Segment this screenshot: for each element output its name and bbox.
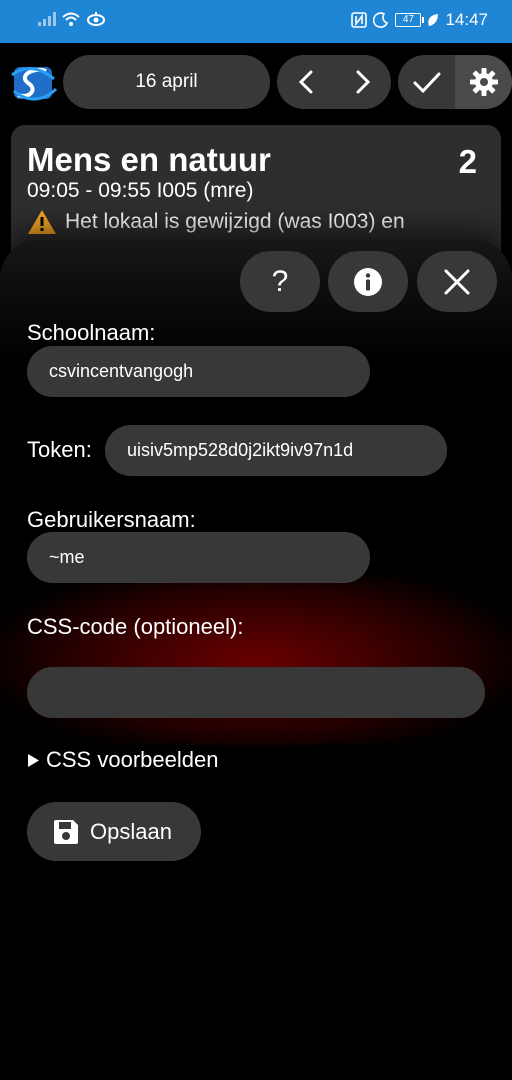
help-button[interactable]: ? — [240, 251, 320, 312]
signal-icon — [38, 12, 56, 26]
nfc-icon — [351, 12, 368, 28]
action-buttons — [398, 55, 512, 109]
floppy-disk-icon — [54, 819, 78, 844]
battery-icon: 47 — [395, 13, 425, 27]
top-bar: 16 april — [0, 53, 512, 111]
school-name-input[interactable]: csvincentvangogh — [27, 346, 370, 397]
lesson-title: Mens en natuur — [27, 141, 271, 178]
css-examples-label: CSS voorbeelden — [46, 747, 219, 772]
info-icon — [354, 267, 382, 296]
token-label: Token: — [27, 437, 92, 462]
css-examples-toggle[interactable]: CSS voorbeelden — [27, 747, 218, 773]
triangle-right-icon — [28, 753, 39, 767]
warning-text: Het lokaal is gewijzigd (was I003) en — [65, 210, 405, 233]
clock: 14:47 — [445, 10, 488, 29]
save-button[interactable]: Opslaan — [27, 802, 201, 861]
chevron-left-icon — [298, 70, 312, 94]
app-logo — [11, 67, 58, 101]
check-icon — [413, 72, 440, 93]
chevron-right-icon — [356, 70, 370, 94]
save-label: Opslaan — [90, 818, 172, 844]
warning-icon — [28, 210, 56, 234]
previous-day-button[interactable] — [277, 55, 334, 109]
settings-button[interactable] — [455, 55, 512, 109]
close-icon — [444, 269, 470, 294]
day-navigation — [277, 55, 391, 109]
check-button[interactable] — [398, 55, 455, 109]
css-code-input[interactable] — [27, 667, 485, 718]
username-input[interactable]: ~me — [27, 532, 370, 583]
gear-icon — [469, 68, 498, 96]
next-day-button[interactable] — [334, 55, 391, 109]
eye-comfort-icon — [87, 12, 105, 26]
token-input[interactable]: uisiv5mp528d0j2ikt9iv97n1d — [105, 425, 447, 476]
close-button[interactable] — [417, 251, 497, 312]
lesson-warning: Het lokaal is gewijzigd (was I003) en — [27, 209, 485, 235]
date-button[interactable]: 16 april — [63, 55, 270, 109]
css-section-highlight — [0, 575, 512, 745]
status-bar: 47 14:47 — [0, 0, 512, 43]
question-icon: ? — [271, 264, 289, 298]
wifi-icon — [62, 12, 80, 26]
moon-icon — [373, 12, 389, 28]
lesson-time-room: 09:05 - 09:55 I005 (mre) — [27, 179, 254, 202]
username-label: Gebruikersnaam: — [27, 507, 196, 532]
css-code-label: CSS-code (optioneel): — [27, 614, 244, 639]
info-button[interactable] — [328, 251, 408, 312]
leaf-icon — [428, 14, 439, 26]
lesson-hour-number: 2 — [458, 143, 477, 180]
school-name-label: Schoolnaam: — [27, 320, 156, 345]
